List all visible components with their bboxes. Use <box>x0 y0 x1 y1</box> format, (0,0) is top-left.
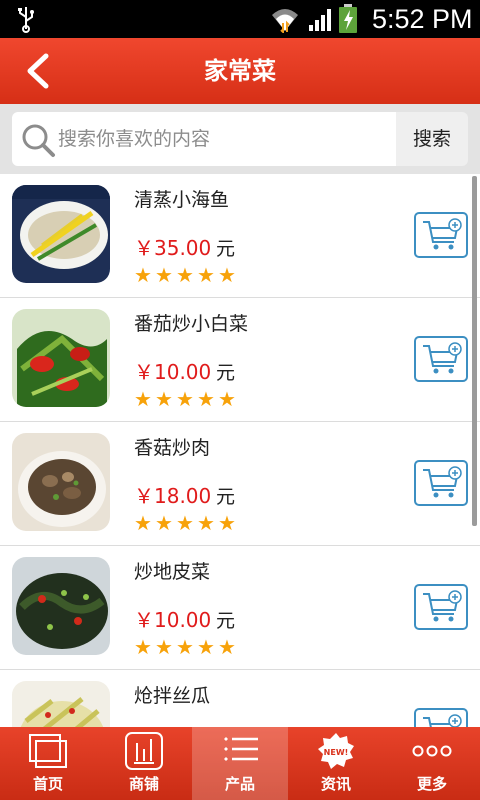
list-item[interactable]: 炒地皮菜 ￥10.00 元 ★ ★ ★ ★ ★ <box>0 546 480 670</box>
price-unit: 元 <box>216 610 236 632</box>
product-price: ￥10.00 <box>134 608 212 632</box>
cart-add-icon <box>423 466 462 498</box>
cart-add-icon <box>423 714 462 727</box>
add-to-cart-button[interactable] <box>414 584 468 630</box>
shop-icon <box>125 732 163 770</box>
product-name: 番茄炒小白菜 <box>134 313 249 335</box>
product-name: 炝拌丝瓜 <box>134 685 211 707</box>
star-icon: ★ <box>218 263 236 287</box>
search-input[interactable]: 搜索你喜欢的内容 <box>12 112 396 166</box>
battery-icon <box>339 4 357 33</box>
star-icon: ★ <box>134 635 152 659</box>
star-icon: ★ <box>134 263 152 287</box>
star-icon: ★ <box>134 387 152 411</box>
search-bar: 搜索你喜欢的内容 搜索 <box>0 104 480 174</box>
luffa-salad-photo <box>12 681 110 727</box>
star-icon: ★ <box>155 263 173 287</box>
list-item[interactable]: 清蒸小海鱼 ￥35.00 元 ★ ★ ★ ★ ★ <box>0 174 480 298</box>
price-unit: 元 <box>216 362 236 384</box>
star-icon: ★ <box>134 511 152 535</box>
star-icon: ★ <box>176 263 194 287</box>
product-name: 香菇炒肉 <box>134 437 211 459</box>
star-icon: ★ <box>197 263 215 287</box>
search-button[interactable]: 搜索 <box>396 112 468 166</box>
star-icon: ★ <box>197 511 215 535</box>
signal-icon <box>309 9 331 31</box>
rating-stars: ★ ★ ★ ★ ★ <box>134 637 239 657</box>
search-icon <box>22 124 55 157</box>
wifi-icon <box>272 9 298 33</box>
search-placeholder: 搜索你喜欢的内容 <box>58 128 211 150</box>
star-icon: ★ <box>197 635 215 659</box>
list-item[interactable]: 香菇炒肉 ￥18.00 元 ★ ★ ★ ★ ★ <box>0 422 480 546</box>
mushroom-pork-photo <box>12 433 110 531</box>
star-icon: ★ <box>155 387 173 411</box>
cart-add-icon <box>423 342 462 374</box>
tab-news-label: 资讯 <box>320 775 351 793</box>
star-icon: ★ <box>176 511 194 535</box>
product-price: ￥10.00 <box>134 360 212 384</box>
tab-shop[interactable]: 商铺 <box>96 727 192 800</box>
page-title: 家常菜 <box>204 57 276 85</box>
usb-icon <box>18 7 34 33</box>
tab-shop-label: 商铺 <box>128 775 159 793</box>
product-price: ￥35.00 <box>134 236 212 260</box>
cart-add-icon <box>423 590 462 622</box>
star-icon: ★ <box>197 387 215 411</box>
add-to-cart-button[interactable] <box>414 708 468 727</box>
star-icon: ★ <box>218 387 236 411</box>
news-badge-icon: NEW! <box>318 733 354 769</box>
app-header: 家常菜 <box>0 38 480 104</box>
star-icon: ★ <box>218 635 236 659</box>
product-name: 清蒸小海鱼 <box>134 189 230 211</box>
tab-news[interactable]: NEW! 资讯 <box>288 727 384 800</box>
add-to-cart-button[interactable] <box>414 460 468 506</box>
add-to-cart-button[interactable] <box>414 212 468 258</box>
product-name: 炒地皮菜 <box>134 561 211 583</box>
add-to-cart-button[interactable] <box>414 336 468 382</box>
tab-more[interactable]: 更多 <box>384 727 480 800</box>
home-icon <box>29 734 67 768</box>
clock-time: 5:52 PM <box>372 4 473 34</box>
tomato-greens-photo <box>12 309 110 407</box>
bottom-tab-bar: 首页 商铺 产品 NEW! 资讯 更多 <box>0 727 480 800</box>
tab-home-label: 首页 <box>32 775 63 793</box>
rating-stars: ★ ★ ★ ★ ★ <box>134 513 239 533</box>
list-scrollbar[interactable] <box>472 176 477 526</box>
product-list-icon <box>224 737 258 761</box>
star-icon: ★ <box>176 635 194 659</box>
tab-more-label: 更多 <box>416 775 447 793</box>
rating-stars: ★ ★ ★ ★ ★ <box>134 389 239 409</box>
list-item[interactable]: 炝拌丝瓜 <box>0 670 480 727</box>
price-unit: 元 <box>216 238 236 260</box>
product-price: ￥18.00 <box>134 484 212 508</box>
cart-add-icon <box>423 218 462 250</box>
price-unit: 元 <box>216 486 236 508</box>
product-list: 清蒸小海鱼 ￥35.00 元 ★ ★ ★ ★ ★ 番茄炒小白菜 ￥10.00 元 ★ ★ ★… <box>0 174 480 727</box>
stirfried-fungus-photo <box>12 557 110 655</box>
star-icon: ★ <box>155 635 173 659</box>
star-icon: ★ <box>176 387 194 411</box>
rating-stars: ★ ★ ★ ★ ★ <box>134 265 239 285</box>
tab-home[interactable]: 首页 <box>0 727 96 800</box>
list-item[interactable]: 番茄炒小白菜 ￥10.00 元 ★ ★ ★ ★ ★ <box>0 298 480 422</box>
tab-products[interactable]: 产品 <box>192 727 288 800</box>
star-icon: ★ <box>218 511 236 535</box>
status-bar: 5:52 PM <box>0 0 480 38</box>
tab-products-label: 产品 <box>224 775 255 793</box>
star-icon: ★ <box>155 511 173 535</box>
svg-text:NEW!: NEW! <box>324 748 349 757</box>
steamed-fish-photo <box>12 185 110 283</box>
more-dots-icon <box>412 745 452 757</box>
